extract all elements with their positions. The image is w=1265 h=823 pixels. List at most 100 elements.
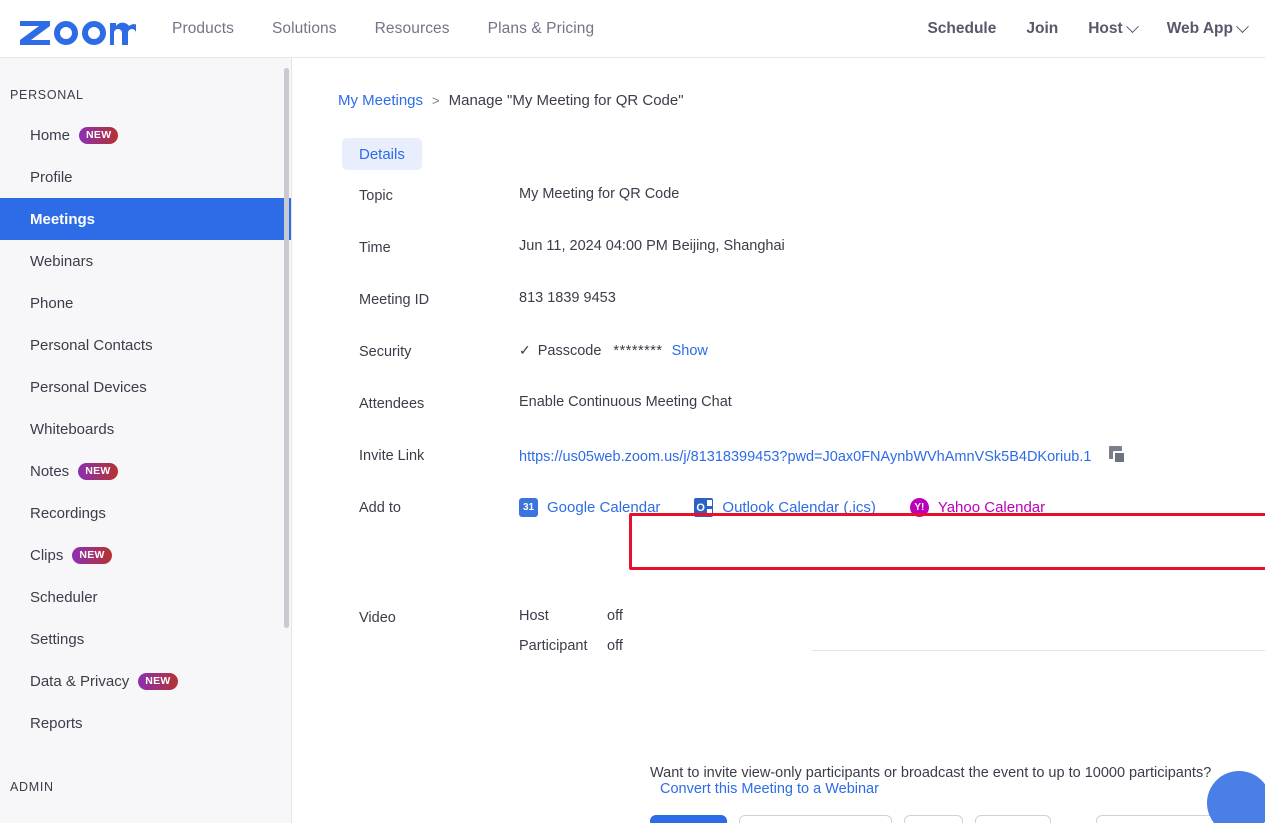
outlook-icon-letter: O	[696, 501, 705, 514]
passcode-label: Passcode	[537, 343, 602, 359]
sidebar-item-label: Phone	[30, 294, 74, 312]
nav-web-app[interactable]: Web App	[1166, 19, 1249, 38]
yahoo-calendar-label: Yahoo Calendar	[937, 499, 1046, 516]
nav-schedule[interactable]: Schedule	[927, 20, 996, 38]
nav-join-label: Join	[1026, 20, 1059, 37]
sidebar-section-admin: ADMIN	[10, 780, 54, 794]
video-participant-row: Participant off	[519, 638, 623, 654]
detail-row-security: Security ✓ Passcode ******** Show	[292, 342, 1265, 394]
sidebar-item-settings[interactable]: Settings	[0, 618, 291, 660]
video-host-row: Host off	[519, 608, 623, 624]
add-to-yahoo-calendar[interactable]: Y! Yahoo Calendar	[909, 498, 1046, 517]
detail-row-attendees: Attendees Enable Continuous Meeting Chat	[292, 394, 1265, 446]
topic-value: My Meeting for QR Code	[519, 186, 680, 202]
new-badge: NEW	[72, 546, 112, 564]
video-participant-key: Participant	[519, 638, 588, 654]
nav-solutions[interactable]: Solutions	[272, 20, 337, 38]
sidebar-item-personal-devices[interactable]: Personal Devices	[0, 366, 291, 408]
detail-row-meeting-id: Meeting ID 813 1839 9453	[292, 290, 1265, 342]
passcode-masked-value: ********	[613, 343, 663, 359]
sidebar-item-meetings[interactable]: Meetings	[0, 198, 291, 240]
sidebar-item-recordings[interactable]: Recordings	[0, 492, 291, 534]
sidebar-item-label: Recordings	[30, 504, 106, 522]
add-to-label: Add to	[359, 500, 401, 516]
copy-icon-front	[1113, 451, 1127, 464]
new-badge: NEW	[138, 672, 178, 690]
detail-row-invite-link: Invite Link https://us05web.zoom.us/j/81…	[292, 446, 1265, 498]
sidebar-item-notes[interactable]: Notes NEW	[0, 450, 291, 492]
webinar-conversion-note: Want to invite view-only participants or…	[650, 765, 1265, 797]
breadcrumb-my-meetings[interactable]: My Meetings	[338, 92, 423, 109]
detail-row-add-to: Add to 31 Google Calendar O Outlook Cale…	[292, 498, 1265, 550]
sidebar-item-label: Notes	[30, 462, 70, 480]
sidebar-item-label: Personal Contacts	[30, 336, 153, 354]
meeting-details-list: Topic My Meeting for QR Code Time Jun 11…	[292, 186, 1265, 660]
detail-row-time: Time Jun 11, 2024 04:00 PM Beijing, Shan…	[292, 238, 1265, 290]
delete-button[interactable]: Delete	[974, 815, 1051, 823]
sidebar-item-phone[interactable]: Phone	[0, 282, 291, 324]
video-host-key: Host	[519, 608, 549, 624]
webinar-note-text: Want to invite view-only participants or…	[650, 765, 1212, 781]
sidebar-item-personal-contacts[interactable]: Personal Contacts	[0, 324, 291, 366]
copy-invitation-button[interactable]: Copy Invitation	[739, 815, 892, 823]
add-to-google-calendar[interactable]: 31 Google Calendar	[519, 498, 660, 517]
yahoo-calendar-icon: Y!	[909, 498, 929, 517]
sidebar-item-home[interactable]: Home NEW	[0, 114, 291, 156]
video-label: Video	[359, 610, 396, 626]
sidebar-item-whiteboards[interactable]: Whiteboards	[0, 408, 291, 450]
google-calendar-icon: 31	[519, 498, 538, 517]
add-to-outlook-calendar[interactable]: O Outlook Calendar (.ics)	[694, 498, 876, 517]
sidebar-item-scheduler[interactable]: Scheduler	[0, 576, 291, 618]
nav-join[interactable]: Join	[1026, 20, 1058, 38]
security-value: ✓ Passcode ******** Show	[519, 342, 708, 394]
sidebar-item-data-privacy[interactable]: Data & Privacy NEW	[0, 660, 291, 702]
nav-resources[interactable]: Resources	[375, 20, 450, 38]
nav-web-app-label: Web App	[1166, 20, 1233, 37]
sidebar-item-clips[interactable]: Clips NEW	[0, 534, 291, 576]
nav-host[interactable]: Host	[1088, 19, 1139, 38]
new-badge: NEW	[78, 462, 118, 480]
meeting-id-label: Meeting ID	[359, 292, 430, 308]
invite-link-label: Invite Link	[359, 448, 425, 464]
sidebar-item-reports[interactable]: Reports	[0, 702, 291, 744]
outlook-calendar-label: Outlook Calendar (.ics)	[722, 499, 876, 516]
invite-link-url[interactable]: https://us05web.zoom.us/j/81318399453?pw…	[519, 449, 1091, 465]
zoom-logo[interactable]	[18, 13, 136, 45]
breadcrumb: My Meetings > Manage "My Meeting for QR …	[338, 92, 684, 109]
zoom-logo-icon	[20, 20, 136, 45]
sidebar: PERSONAL Home NEW Profile Meetings Webin…	[0, 58, 292, 823]
tab-details[interactable]: Details	[342, 138, 422, 170]
video-participant-value: off	[607, 638, 623, 654]
section-divider	[812, 650, 1265, 651]
security-label: Security	[359, 344, 412, 360]
sidebar-item-label: Home	[30, 126, 71, 144]
nav-plans-pricing[interactable]: Plans & Pricing	[488, 20, 595, 38]
invite-link-value: https://us05web.zoom.us/j/81318399453?pw…	[519, 446, 1129, 498]
sidebar-item-label: Clips	[30, 546, 64, 564]
copy-icon[interactable]	[1109, 446, 1129, 466]
primary-nav-links: Products Solutions Resources Plans & Pri…	[172, 20, 594, 38]
meeting-id-value: 813 1839 9453	[519, 290, 616, 306]
sidebar-scrollbar[interactable]	[284, 68, 289, 628]
google-calendar-label: Google Calendar	[547, 499, 661, 516]
nav-host-label: Host	[1088, 20, 1123, 37]
sidebar-item-label: Data & Privacy	[30, 672, 130, 690]
attendees-label: Attendees	[359, 396, 425, 412]
sidebar-item-label: Meetings	[30, 210, 96, 228]
sidebar-section-personal: PERSONAL	[10, 88, 84, 102]
sidebar-item-label: Webinars	[30, 252, 94, 270]
show-passcode-link[interactable]: Show	[672, 343, 708, 359]
nav-products[interactable]: Products	[172, 20, 234, 38]
sidebar-item-label: Scheduler	[30, 588, 98, 606]
edit-button[interactable]: Edit	[903, 815, 963, 823]
sidebar-item-webinars[interactable]: Webinars	[0, 240, 291, 282]
nav-schedule-label: Schedule	[927, 20, 997, 37]
convert-to-webinar-link[interactable]: Convert this Meeting to a Webinar	[660, 781, 879, 797]
chevron-down-icon	[1125, 19, 1139, 33]
video-host-value: off	[607, 608, 623, 624]
calendar-links: 31 Google Calendar O Outlook Calendar (.…	[519, 498, 1045, 517]
start-button[interactable]: Start	[650, 815, 728, 823]
sidebar-item-profile[interactable]: Profile	[0, 156, 291, 198]
video-settings: Host off Participant off	[519, 608, 623, 654]
time-value: Jun 11, 2024 04:00 PM Beijing, Shanghai	[519, 238, 785, 254]
